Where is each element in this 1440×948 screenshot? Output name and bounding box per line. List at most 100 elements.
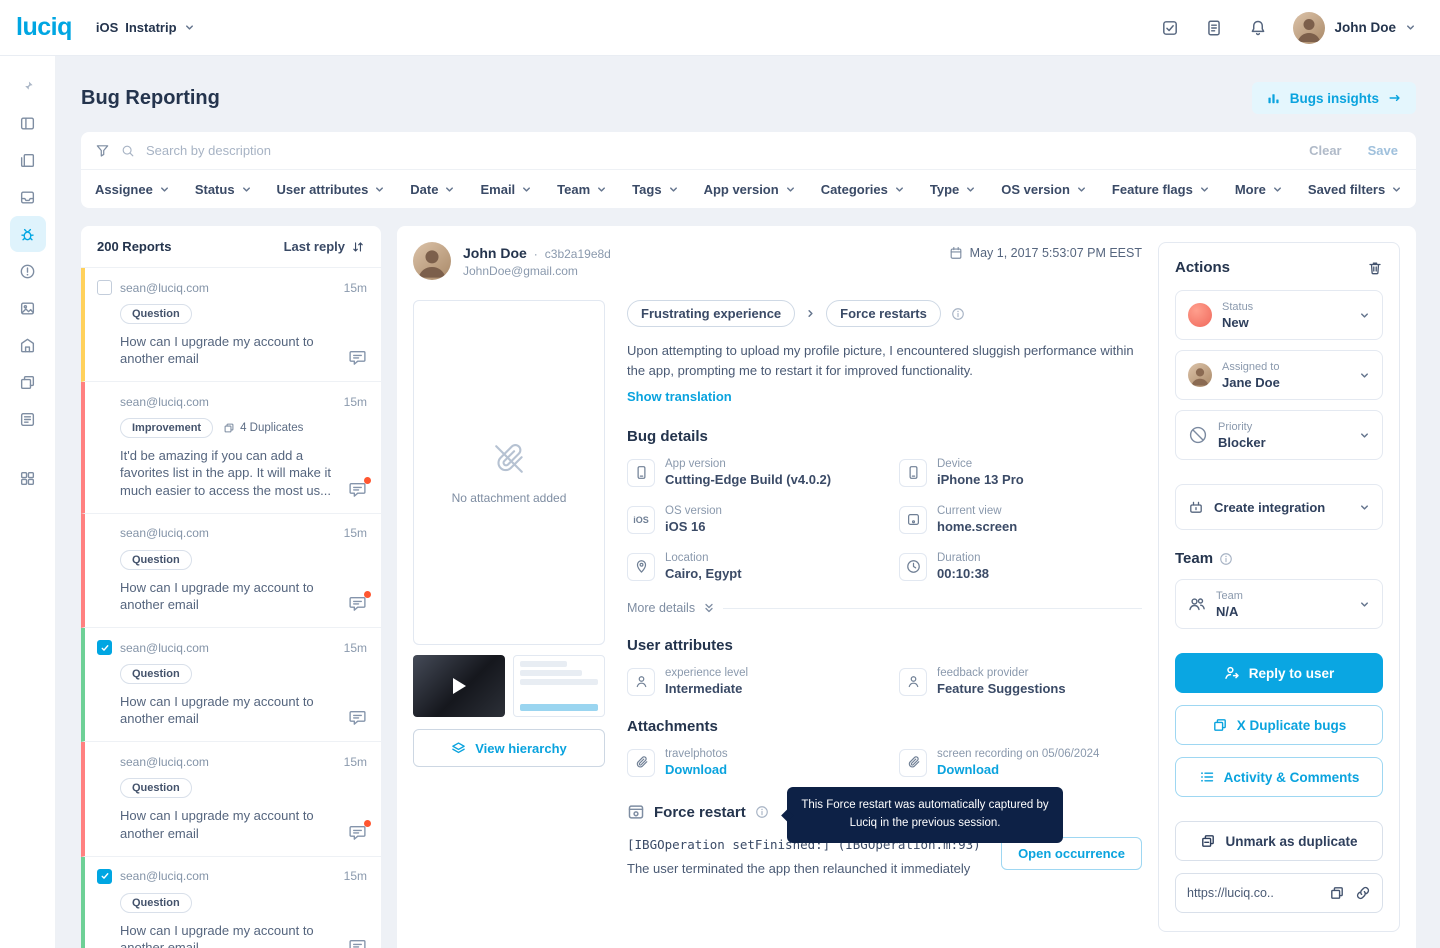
apps-grid-icon[interactable] <box>10 460 46 496</box>
sessions-icon[interactable] <box>10 401 46 437</box>
report-body-row: It'd be amazing if you can add a favorit… <box>97 447 367 498</box>
bug-reporting-icon[interactable] <box>10 216 46 252</box>
filter-funnel-icon[interactable] <box>95 143 110 158</box>
filter-os-version[interactable]: OS version <box>1001 182 1087 197</box>
filter-app-version[interactable]: App version <box>704 182 796 197</box>
filter-user-attributes[interactable]: User attributes <box>277 182 386 197</box>
inbox-icon[interactable] <box>10 179 46 215</box>
priority-label: Priority <box>1218 421 1349 433</box>
filter-tags[interactable]: Tags <box>632 182 678 197</box>
filter-label: Tags <box>632 182 661 197</box>
save-button[interactable]: Save <box>1368 143 1398 158</box>
bug-detail-texts: App version Cutting-Edge Build (v4.0.2) <box>665 458 899 487</box>
chat-icon[interactable] <box>348 594 367 613</box>
crashes-icon[interactable] <box>10 253 46 289</box>
clear-button[interactable]: Clear <box>1309 143 1342 158</box>
bug-detail-item: Current view home.screen <box>899 505 1142 534</box>
category-chip[interactable]: Frustrating experience <box>627 300 795 327</box>
create-integration-label: Create integration <box>1214 500 1325 515</box>
report-body-row: How can I upgrade my account to another … <box>97 693 367 727</box>
chevron-down-icon <box>159 184 170 195</box>
filter-status[interactable]: Status <box>195 182 252 197</box>
report-checkbox[interactable] <box>97 869 112 884</box>
chat-icon[interactable] <box>348 348 367 367</box>
assignee-selector[interactable]: Assigned to Jane Doe <box>1175 350 1383 400</box>
chat-icon[interactable] <box>348 937 367 948</box>
trash-icon[interactable] <box>1367 260 1383 276</box>
search-input[interactable] <box>146 143 1298 158</box>
report-checkbox[interactable] <box>97 280 112 295</box>
sort-control[interactable]: Last reply <box>284 239 365 254</box>
bug-detail-label: OS version <box>665 505 899 517</box>
bugs-insights-button[interactable]: Bugs insights <box>1252 82 1416 114</box>
filter-team[interactable]: Team <box>557 182 607 197</box>
tasks-icon[interactable] <box>1161 19 1179 37</box>
report-body-row: How can I upgrade my account to another … <box>97 333 367 367</box>
filter-more[interactable]: More <box>1235 182 1283 197</box>
priority-blocker-icon <box>1188 425 1208 445</box>
release-notes-icon[interactable] <box>1205 19 1223 37</box>
unread-dot <box>364 591 371 598</box>
report-top-row: sean@luciq.com 15m <box>97 869 367 884</box>
create-integration-button[interactable]: Create integration <box>1175 484 1383 530</box>
duplicates-icon[interactable] <box>10 364 46 400</box>
report-checkbox[interactable] <box>97 640 112 655</box>
info-icon[interactable] <box>951 307 965 321</box>
activity-comments-button[interactable]: Activity & Comments <box>1175 757 1383 797</box>
luciq-logo[interactable]: luciq <box>16 13 72 42</box>
chat-icon[interactable] <box>348 823 367 842</box>
surveys-icon[interactable] <box>10 290 46 326</box>
filter-type[interactable]: Type <box>930 182 976 197</box>
reply-to-user-button[interactable]: Reply to user <box>1175 653 1383 693</box>
attachment-download-link[interactable]: Download <box>665 762 899 777</box>
activity-list-icon <box>1199 769 1215 785</box>
duplicate-bugs-button[interactable]: X Duplicate bugs <box>1175 705 1383 745</box>
team-value: N/A <box>1216 604 1349 619</box>
user-menu[interactable]: John Doe <box>1293 12 1416 44</box>
team-selector[interactable]: Team N/A <box>1175 579 1383 629</box>
report-list-item[interactable]: sean@luciq.com 15m Question How can I up… <box>81 742 381 856</box>
report-duplicates-badge: 4 Duplicates <box>223 422 303 434</box>
chevron-down-icon <box>894 184 905 195</box>
saved-filters[interactable]: Saved filters <box>1308 182 1402 197</box>
filter-date[interactable]: Date <box>410 182 455 197</box>
user-attribute-icon <box>899 668 927 696</box>
reports-panel: 200 Reports Last reply sean@luciq.com 15… <box>81 226 381 948</box>
screenshot-thumbnail[interactable] <box>513 655 605 717</box>
copy-icon[interactable] <box>1329 885 1345 901</box>
video-thumbnail[interactable] <box>413 655 505 717</box>
project-switcher[interactable]: iOS Instatrip <box>96 20 195 35</box>
play-icon <box>413 655 505 717</box>
status-selector[interactable]: Status New <box>1175 290 1383 340</box>
app-home-icon[interactable] <box>10 327 46 363</box>
filter-feature-flags[interactable]: Feature flags <box>1112 182 1210 197</box>
notifications-bell-icon[interactable] <box>1249 19 1267 37</box>
info-icon[interactable] <box>755 805 769 819</box>
view-hierarchy-button[interactable]: View hierarchy <box>413 729 605 767</box>
more-details-toggle[interactable]: More details <box>627 601 1142 615</box>
show-translation-link[interactable]: Show translation <box>627 389 732 404</box>
unmark-duplicate-button[interactable]: Unmark as duplicate <box>1175 821 1383 861</box>
filter-assignee[interactable]: Assignee <box>95 182 170 197</box>
user-name: John Doe <box>1334 20 1396 35</box>
attachment-download-link[interactable]: Download <box>937 762 1142 777</box>
filter-email[interactable]: Email <box>480 182 532 197</box>
report-list-item[interactable]: sean@luciq.com 15m Question How can I up… <box>81 857 381 948</box>
category-chip[interactable]: Force restarts <box>826 300 941 327</box>
report-list-item[interactable]: sean@luciq.com 15m Question How can I up… <box>81 628 381 742</box>
overview-icon[interactable] <box>10 105 46 141</box>
chat-icon[interactable] <box>348 708 367 727</box>
priority-selector[interactable]: Priority Blocker <box>1175 410 1383 460</box>
chat-icon[interactable] <box>348 480 367 499</box>
report-list-item[interactable]: sean@luciq.com 15m Question How can I up… <box>81 514 381 628</box>
info-icon[interactable] <box>1219 552 1233 566</box>
link-icon[interactable] <box>1355 885 1371 901</box>
pages-icon[interactable] <box>10 142 46 178</box>
bug-detail-value: iPhone 13 Pro <box>937 472 1142 487</box>
report-list-item[interactable]: sean@luciq.com 15m Question How can I up… <box>81 268 381 382</box>
pin-icon[interactable] <box>10 68 46 104</box>
filter-categories[interactable]: Categories <box>821 182 905 197</box>
report-list-item[interactable]: sean@luciq.com 15m Improvement 4 Duplica… <box>81 382 381 513</box>
chevron-down-icon <box>668 184 679 195</box>
attachment-texts: screen recording on 05/06/2024 Download <box>937 748 1142 777</box>
